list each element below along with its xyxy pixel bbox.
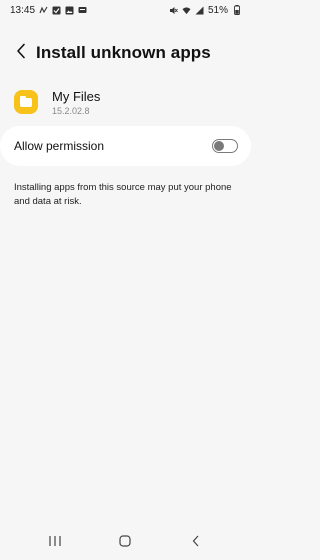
cell-signal-icon	[195, 6, 204, 15]
app-name: My Files	[52, 88, 101, 104]
page-title: Install unknown apps	[36, 43, 211, 62]
status-left: 13:45	[10, 5, 87, 16]
back-icon	[192, 534, 200, 552]
home-button[interactable]	[110, 528, 140, 558]
allow-permission-row[interactable]: Allow permission	[0, 126, 251, 166]
toggle-knob	[214, 141, 224, 151]
allow-permission-label: Allow permission	[14, 139, 105, 153]
mute-icon	[169, 6, 178, 15]
status-bar: 13:45 51%	[0, 0, 251, 20]
warning-text: Installing apps from this source may put…	[14, 182, 232, 207]
check-box-icon	[52, 6, 61, 15]
chevron-left-icon	[16, 43, 26, 64]
wifi-icon	[182, 6, 191, 15]
nav-back-button[interactable]	[181, 528, 211, 558]
message-icon	[78, 6, 87, 15]
gallery-icon	[65, 6, 74, 15]
recent-apps-icon	[48, 534, 62, 552]
status-right: 51%	[169, 5, 241, 16]
allow-permission-toggle[interactable]	[212, 139, 238, 153]
signal-notification-icon	[39, 6, 48, 15]
app-version: 15.2.02.8	[52, 105, 90, 116]
app-text: My Files 15.2.02.8	[52, 89, 100, 116]
battery-percent: 51%	[207, 4, 228, 16]
home-icon	[119, 534, 132, 552]
navigation-bar	[0, 526, 251, 560]
back-button[interactable]	[6, 36, 36, 70]
battery-icon	[232, 5, 241, 15]
status-time: 13:45	[10, 4, 36, 16]
recent-apps-button[interactable]	[40, 528, 70, 558]
app-info-row: My Files 15.2.02.8	[0, 82, 251, 122]
header: Install unknown apps	[0, 36, 251, 70]
folder-icon	[14, 90, 38, 114]
